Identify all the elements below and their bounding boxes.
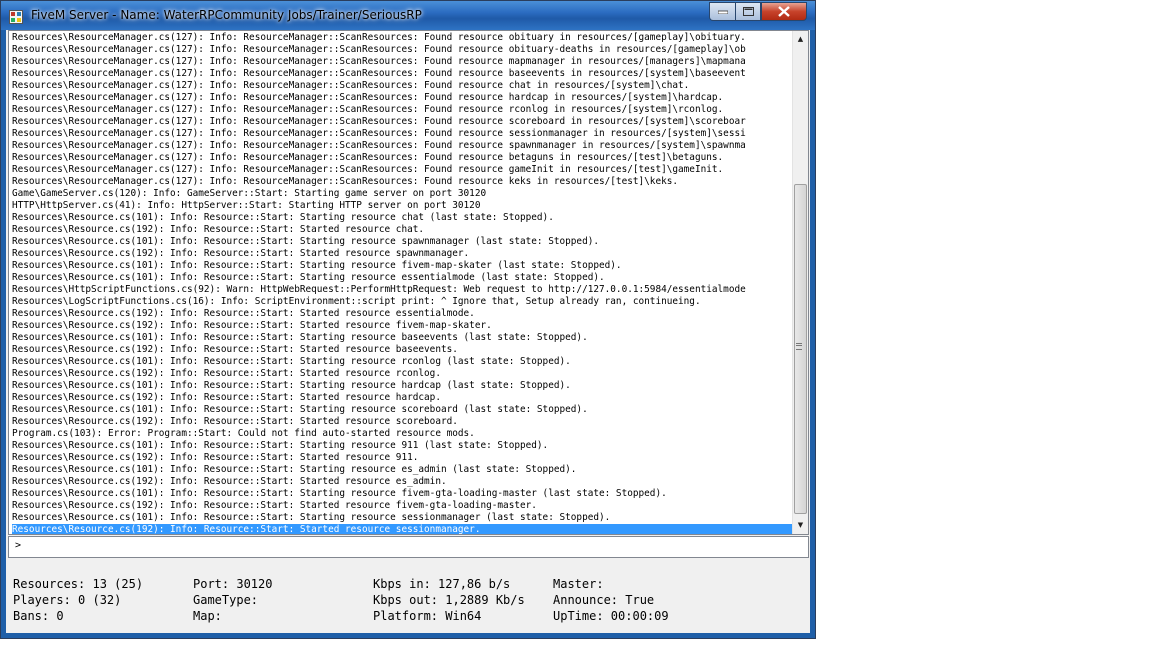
log-line[interactable]: Resources\Resource.cs(101): Info: Resour… <box>12 488 793 500</box>
log-line[interactable]: Resources\Resource.cs(192): Info: Resour… <box>12 416 793 428</box>
log-line[interactable]: Resources\Resource.cs(192): Info: Resour… <box>12 224 793 236</box>
log-line[interactable]: Resources\ResourceManager.cs(127): Info:… <box>12 92 793 104</box>
log-line[interactable]: Resources\Resource.cs(192): Info: Resour… <box>12 248 793 260</box>
title-bar[interactable]: FiveM Server - Name: WaterRPCommunity Jo… <box>1 1 815 30</box>
log-line[interactable]: Resources\Resource.cs(101): Info: Resour… <box>12 236 793 248</box>
log-line[interactable]: Resources\Resource.cs(101): Info: Resour… <box>12 404 793 416</box>
log-line[interactable]: Resources\Resource.cs(192): Info: Resour… <box>12 392 793 404</box>
log-line[interactable]: Resources\ResourceManager.cs(127): Info:… <box>12 140 793 152</box>
log-lines: Resources\ResourceManager.cs(127): Info:… <box>12 32 793 534</box>
close-icon <box>778 6 790 17</box>
log-line[interactable]: Program.cs(103): Error: Program::Start: … <box>12 428 793 440</box>
log-line[interactable]: HTTP\HttpServer.cs(41): Info: HttpServer… <box>12 200 793 212</box>
stat-resources: Resources: 13 (25) <box>13 577 144 591</box>
app-icon <box>9 9 23 24</box>
log-line[interactable]: Resources\ResourceManager.cs(127): Info:… <box>12 68 793 80</box>
stat-uptime: UpTime: 00:00:09 <box>553 609 669 623</box>
log-line[interactable]: Resources\Resource.cs(192): Info: Resour… <box>12 500 793 512</box>
log-line[interactable]: Resources\LogScriptFunctions.cs(16): Inf… <box>12 296 793 308</box>
vertical-scrollbar[interactable]: ▲ ▼ <box>792 31 808 534</box>
command-prompt: > <box>15 540 22 551</box>
minimize-button[interactable] <box>709 2 735 21</box>
log-line[interactable]: Resources\ResourceManager.cs(127): Info:… <box>12 80 793 92</box>
stat-players: Players: 0 (32) <box>13 593 122 607</box>
log-line[interactable]: Resources\ResourceManager.cs(127): Info:… <box>12 116 793 128</box>
log-line[interactable]: Resources\ResourceManager.cs(127): Info:… <box>12 56 793 68</box>
log-line[interactable]: Game\GameServer.cs(120): Info: GameServe… <box>12 188 793 200</box>
stat-map: Map: <box>193 609 222 623</box>
log-line[interactable]: Resources\Resource.cs(192): Info: Resour… <box>12 452 793 464</box>
log-line[interactable]: Resources\Resource.cs(101): Info: Resour… <box>12 212 793 224</box>
stat-platform: Platform: Win64 <box>373 609 482 623</box>
log-line[interactable]: Resources\Resource.cs(101): Info: Resour… <box>12 380 793 392</box>
stat-master: Master: <box>553 577 604 591</box>
minimize-icon <box>717 10 728 14</box>
log-line[interactable]: Resources\Resource.cs(192): Info: Resour… <box>12 476 793 488</box>
log-line[interactable]: Resources\Resource.cs(192): Info: Resour… <box>12 524 793 534</box>
log-line[interactable]: Resources\ResourceManager.cs(127): Info:… <box>12 164 793 176</box>
log-line[interactable]: Resources\Resource.cs(101): Info: Resour… <box>12 464 793 476</box>
maximize-button[interactable] <box>735 2 761 21</box>
scroll-grip-icon <box>796 343 802 350</box>
client-area: Resources\ResourceManager.cs(127): Info:… <box>6 30 810 633</box>
log-line[interactable]: Resources\Resource.cs(192): Info: Resour… <box>12 320 793 332</box>
log-line[interactable]: Resources\Resource.cs(192): Info: Resour… <box>12 308 793 320</box>
log-line[interactable]: Resources\ResourceManager.cs(127): Info:… <box>12 152 793 164</box>
log-line[interactable]: Resources\ResourceManager.cs(127): Info:… <box>12 176 793 188</box>
log-line[interactable]: Resources\ResourceManager.cs(127): Info:… <box>12 104 793 116</box>
server-window: FiveM Server - Name: WaterRPCommunity Jo… <box>0 0 816 639</box>
log-line[interactable]: Resources\Resource.cs(192): Info: Resour… <box>12 344 793 356</box>
log-line[interactable]: Resources\Resource.cs(101): Info: Resour… <box>12 260 793 272</box>
stat-port: Port: 30120 <box>193 577 273 591</box>
log-line[interactable]: Resources\Resource.cs(101): Info: Resour… <box>12 356 793 368</box>
stat-announce: Announce: True <box>553 593 655 607</box>
log-line[interactable]: Resources\Resource.cs(192): Info: Resour… <box>12 368 793 380</box>
scroll-up-icon[interactable]: ▲ <box>793 31 808 47</box>
log-line[interactable]: Resources\ResourceManager.cs(127): Info:… <box>12 128 793 140</box>
console-log[interactable]: Resources\ResourceManager.cs(127): Info:… <box>8 30 809 535</box>
stat-kbps-in: Kbps in: 127,86 b/s <box>373 577 511 591</box>
log-line[interactable]: Resources\Resource.cs(101): Info: Resour… <box>12 440 793 452</box>
log-line[interactable]: Resources\Resource.cs(101): Info: Resour… <box>12 272 793 284</box>
log-line[interactable]: Resources\Resource.cs(101): Info: Resour… <box>12 512 793 524</box>
close-button[interactable] <box>761 2 807 21</box>
stat-gametype: GameType: <box>193 593 259 607</box>
log-line[interactable]: Resources\ResourceManager.cs(127): Info:… <box>12 32 793 44</box>
scroll-down-icon[interactable]: ▼ <box>793 517 808 533</box>
status-panel: Resources: 13 (25) Players: 0 (32) Bans:… <box>6 558 810 633</box>
window-title: FiveM Server - Name: WaterRPCommunity Jo… <box>31 8 422 22</box>
stat-kbps-out: Kbps out: 1,2889 Kb/s <box>373 593 525 607</box>
maximize-icon <box>742 7 754 16</box>
stat-bans: Bans: 0 <box>13 609 64 623</box>
log-line[interactable]: Resources\HttpScriptFunctions.cs(92): Wa… <box>12 284 793 296</box>
command-input[interactable]: > <box>8 536 809 558</box>
log-line[interactable]: Resources\Resource.cs(101): Info: Resour… <box>12 332 793 344</box>
log-line[interactable]: Resources\ResourceManager.cs(127): Info:… <box>12 44 793 56</box>
